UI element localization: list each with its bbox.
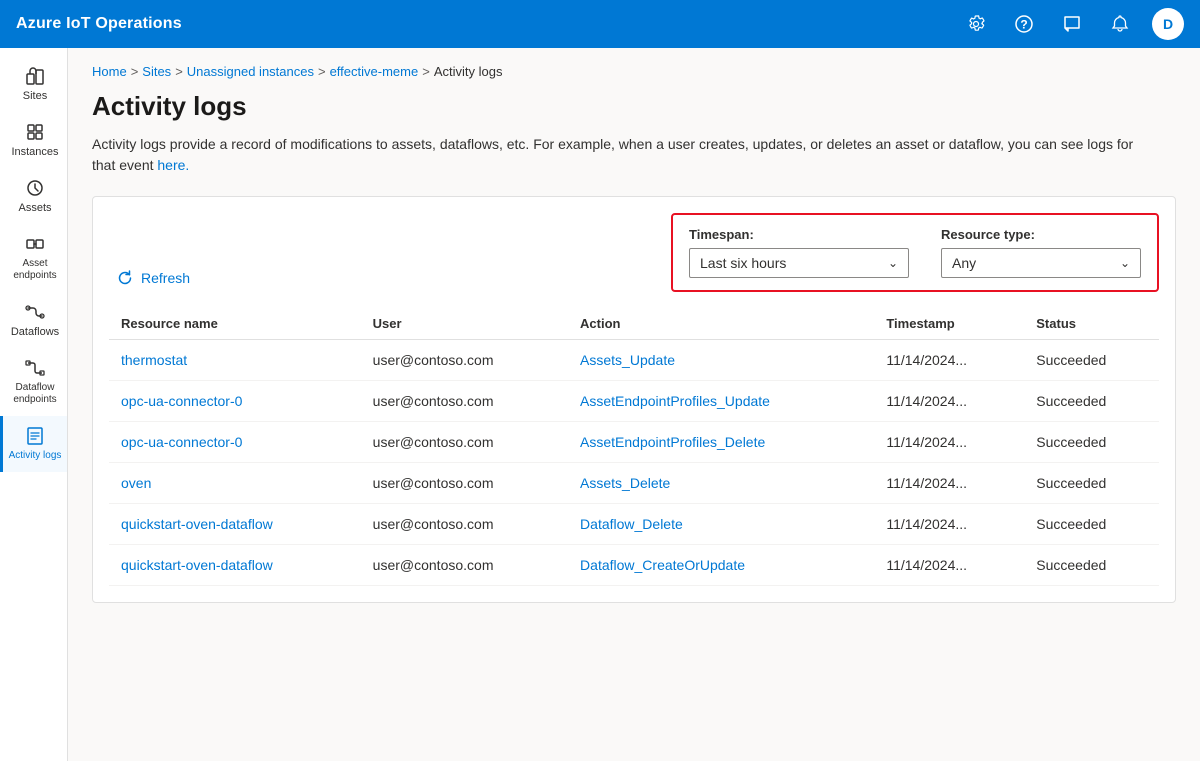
resource-type-chevron-icon: ⌄ [1120, 256, 1130, 270]
col-timestamp: Timestamp [874, 308, 1024, 340]
sidebar-item-sites[interactable]: Sites [0, 56, 67, 112]
breadcrumb-sep-1: > [131, 64, 139, 79]
breadcrumb-effective-meme[interactable]: effective-meme [330, 64, 419, 79]
cell-timestamp: 11/14/2024... [874, 422, 1024, 463]
feedback-icon[interactable] [1056, 8, 1088, 40]
cell-status: Succeeded [1024, 381, 1159, 422]
table-row[interactable]: quickstart-oven-dataflowuser@contoso.com… [109, 545, 1159, 586]
help-icon[interactable]: ? [1008, 8, 1040, 40]
breadcrumb: Home > Sites > Unassigned instances > ef… [92, 64, 1176, 79]
sidebar-item-activity-logs-label: Activity logs [9, 450, 62, 462]
cell-timestamp: 11/14/2024... [874, 381, 1024, 422]
timespan-chevron-icon: ⌄ [888, 256, 898, 270]
breadcrumb-home[interactable]: Home [92, 64, 127, 79]
activity-logs-table: Resource name User Action Timestamp Stat… [109, 308, 1159, 586]
table-row[interactable]: quickstart-oven-dataflowuser@contoso.com… [109, 504, 1159, 545]
table-row[interactable]: opc-ua-connector-0user@contoso.comAssetE… [109, 422, 1159, 463]
cell-user: user@contoso.com [361, 381, 568, 422]
settings-icon[interactable] [960, 8, 992, 40]
table-row[interactable]: ovenuser@contoso.comAssets_Delete11/14/2… [109, 463, 1159, 504]
breadcrumb-unassigned[interactable]: Unassigned instances [187, 64, 314, 79]
cell-resource-name[interactable]: opc-ua-connector-0 [109, 422, 361, 463]
cell-timestamp: 11/14/2024... [874, 463, 1024, 504]
top-navigation: Azure IoT Operations ? D [0, 0, 1200, 48]
page-description: Activity logs provide a record of modifi… [92, 134, 1152, 176]
cell-user: user@contoso.com [361, 422, 568, 463]
breadcrumb-sep-4: > [422, 64, 430, 79]
col-action: Action [568, 308, 874, 340]
app-brand: Azure IoT Operations [16, 15, 182, 33]
resource-type-value: Any [952, 255, 976, 271]
sidebar-item-activity-logs[interactable]: Activity logs [0, 416, 67, 472]
cell-status: Succeeded [1024, 422, 1159, 463]
cell-user: user@contoso.com [361, 545, 568, 586]
cell-status: Succeeded [1024, 504, 1159, 545]
cell-user: user@contoso.com [361, 504, 568, 545]
cell-action: AssetEndpointProfiles_Update [568, 381, 874, 422]
resource-type-filter-group: Resource type: Any ⌄ [941, 227, 1141, 278]
cell-action: Assets_Update [568, 340, 874, 381]
table-row[interactable]: opc-ua-connector-0user@contoso.comAssetE… [109, 381, 1159, 422]
cell-resource-name[interactable]: thermostat [109, 340, 361, 381]
breadcrumb-sep-2: > [175, 64, 183, 79]
sidebar: Sites Instances Assets Ass [0, 48, 68, 761]
svg-text:?: ? [1020, 18, 1027, 32]
description-link[interactable]: here. [157, 157, 189, 173]
col-user: User [361, 308, 568, 340]
sidebar-item-instances-label: Instances [11, 146, 58, 158]
content-area: Home > Sites > Unassigned instances > ef… [68, 48, 1200, 761]
activity-logs-panel: Refresh Timespan: Last six hours ⌄ Resou… [92, 196, 1176, 603]
notification-icon[interactable] [1104, 8, 1136, 40]
breadcrumb-current: Activity logs [434, 64, 503, 79]
breadcrumb-sites[interactable]: Sites [142, 64, 171, 79]
sidebar-item-asset-endpoints[interactable]: Asset endpoints [0, 224, 67, 292]
table-row[interactable]: thermostatuser@contoso.comAssets_Update1… [109, 340, 1159, 381]
panel-controls: Refresh Timespan: Last six hours ⌄ Resou… [109, 213, 1159, 292]
timespan-value: Last six hours [700, 255, 786, 271]
sidebar-item-asset-endpoints-label: Asset endpoints [7, 258, 63, 282]
sidebar-item-dataflow-endpoints-label: Dataflow endpoints [7, 382, 63, 406]
cell-resource-name[interactable]: oven [109, 463, 361, 504]
cell-status: Succeeded [1024, 545, 1159, 586]
col-resource-name: Resource name [109, 308, 361, 340]
main-layout: Sites Instances Assets Ass [0, 48, 1200, 761]
sidebar-item-sites-label: Sites [23, 90, 47, 102]
cell-user: user@contoso.com [361, 463, 568, 504]
sidebar-item-dataflows[interactable]: Dataflows [0, 292, 67, 348]
cell-status: Succeeded [1024, 340, 1159, 381]
col-status: Status [1024, 308, 1159, 340]
cell-action: Dataflow_CreateOrUpdate [568, 545, 874, 586]
breadcrumb-sep-3: > [318, 64, 326, 79]
timespan-label: Timespan: [689, 227, 909, 242]
cell-resource-name[interactable]: quickstart-oven-dataflow [109, 545, 361, 586]
cell-resource-name[interactable]: quickstart-oven-dataflow [109, 504, 361, 545]
filter-section: Timespan: Last six hours ⌄ Resource type… [671, 213, 1159, 292]
page-title: Activity logs [92, 91, 1176, 122]
cell-timestamp: 11/14/2024... [874, 340, 1024, 381]
timespan-filter-group: Timespan: Last six hours ⌄ [689, 227, 909, 278]
cell-timestamp: 11/14/2024... [874, 504, 1024, 545]
sidebar-item-dataflows-label: Dataflows [11, 326, 59, 338]
cell-timestamp: 11/14/2024... [874, 545, 1024, 586]
cell-resource-name[interactable]: opc-ua-connector-0 [109, 381, 361, 422]
user-avatar[interactable]: D [1152, 8, 1184, 40]
cell-action: AssetEndpointProfiles_Delete [568, 422, 874, 463]
sidebar-item-dataflow-endpoints[interactable]: Dataflow endpoints [0, 348, 67, 416]
sidebar-item-assets-label: Assets [18, 202, 51, 214]
sidebar-item-instances[interactable]: Instances [0, 112, 67, 168]
refresh-button[interactable]: Refresh [109, 264, 198, 292]
timespan-select[interactable]: Last six hours ⌄ [689, 248, 909, 278]
top-nav-icons: ? D [960, 8, 1184, 40]
cell-action: Dataflow_Delete [568, 504, 874, 545]
refresh-label: Refresh [141, 270, 190, 286]
resource-type-label: Resource type: [941, 227, 1141, 242]
cell-action: Assets_Delete [568, 463, 874, 504]
resource-type-select[interactable]: Any ⌄ [941, 248, 1141, 278]
cell-status: Succeeded [1024, 463, 1159, 504]
sidebar-item-assets[interactable]: Assets [0, 168, 67, 224]
cell-user: user@contoso.com [361, 340, 568, 381]
table-header-row: Resource name User Action Timestamp Stat… [109, 308, 1159, 340]
